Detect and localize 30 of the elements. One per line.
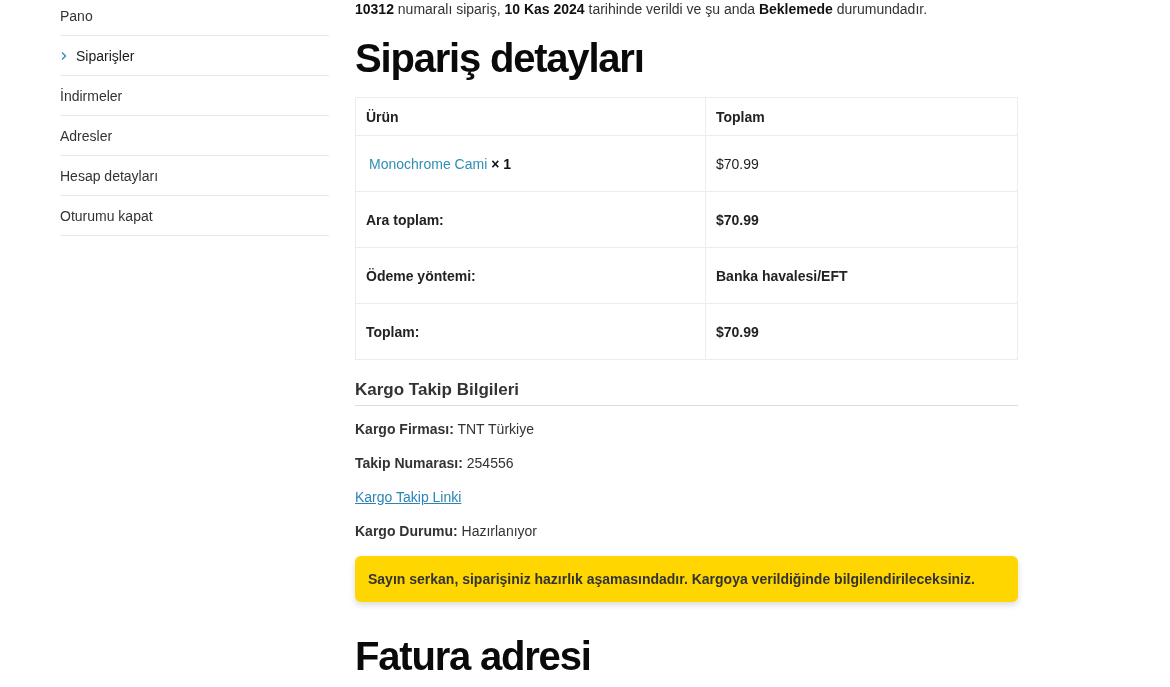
table-cell: Ara toplam: <box>355 191 706 248</box>
field-label: Kargo Durumu: <box>355 523 458 539</box>
order-summary-text: 10312 numaralı sipariş, 10 Kas 2024 tarihinde verildi ve şu anda Beklemede durumundadır. <box>355 0 929 17</box>
section-heading: Sipariş detayları <box>355 35 645 82</box>
sidebar-item[interactable]: Pano <box>60 8 93 24</box>
table-cell: $70.99 <box>705 303 1018 360</box>
sidebar-item[interactable]: Adresler <box>60 127 113 144</box>
section-subheading: Kargo Takip Bilgileri <box>355 380 1018 406</box>
table-cell: Ödeme yöntemi: <box>355 247 706 304</box>
sidebar-item[interactable]: Siparişler <box>60 47 135 64</box>
table-cell: $70.99 <box>705 135 1018 192</box>
table-cell: Banka havalesi/EFT <box>705 247 1018 304</box>
quantity-text: × 1 <box>491 155 511 172</box>
sidebar-item[interactable]: İndirmeler <box>60 87 123 104</box>
chevron-right-icon <box>60 50 68 61</box>
table-cell: Toplam: <box>355 303 706 360</box>
field-label: Takip Numarası: <box>355 455 463 471</box>
column-header: Ürün <box>355 97 706 136</box>
column-header: Toplam <box>705 97 1018 136</box>
section-heading: Fatura adresi <box>355 633 592 680</box>
field-value: TNT Türkiye <box>457 421 534 437</box>
field-label: Kargo Firması: <box>355 421 454 437</box>
field-value: Hazırlanıyor <box>461 523 538 539</box>
field-value: 254556 <box>466 455 514 471</box>
sidebar-item[interactable]: Oturumu kapat <box>60 207 153 224</box>
table-cell: $70.99 <box>705 191 1018 248</box>
sidebar-item[interactable]: Hesap detayları <box>60 167 159 184</box>
tracking-link[interactable]: Kargo Takip Linki <box>355 489 462 505</box>
notice-banner: Sayın serkan, siparişiniz hazırlık aşamasındadır. Kargoya verildiğinde bilgilendirileceksiniz. <box>355 556 1018 602</box>
product-link[interactable]: Monochrome Cami <box>369 155 488 172</box>
